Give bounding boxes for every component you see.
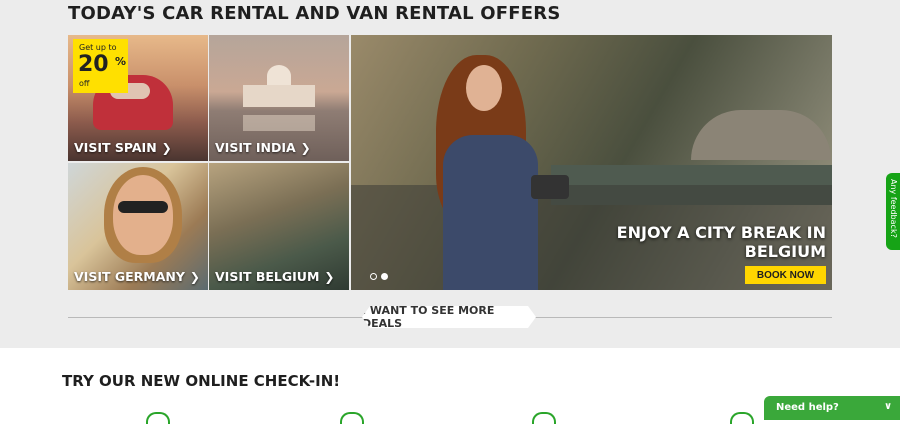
offers-section: TODAY'S CAR RENTAL AND VAN RENTAL OFFERS… [0, 0, 900, 348]
camera-image [531, 175, 569, 199]
checkin-title: TRY OUR NEW ONLINE CHECK-IN! [62, 372, 341, 390]
chevron-right-icon: ❯ [161, 141, 172, 155]
carousel-dot-1[interactable] [370, 273, 377, 280]
chevron-down-icon: ∨ [884, 401, 893, 412]
tile-label-germany: VISIT GERMANY ❯ [74, 269, 200, 284]
checkin-step-icon [730, 412, 754, 424]
offers-title: TODAY'S CAR RENTAL AND VAN RENTAL OFFERS [68, 3, 561, 24]
woman-shirt [443, 135, 538, 290]
promo-badge: Get up to 20 % off [73, 39, 128, 93]
hero-heading: ENJOY A CITY BREAK IN BELGIUM [586, 223, 826, 261]
tile-label-text: VISIT GERMANY [74, 269, 185, 284]
tile-visit-germany[interactable]: VISIT GERMANY ❯ [68, 163, 208, 290]
woman-face [466, 65, 502, 111]
book-now-button[interactable]: BOOK NOW [745, 266, 826, 284]
tile-label-spain: VISIT SPAIN ❯ [74, 140, 172, 155]
promo-suffix: off [79, 79, 90, 88]
tile-label-text: VISIT BELGIUM [215, 269, 320, 284]
chevron-right-icon: ❯ [300, 141, 311, 155]
hero-slide-belgium[interactable]: ENJOY A CITY BREAK IN BELGIUM BOOK NOW [351, 35, 832, 290]
checkin-step-icon [532, 412, 556, 424]
tile-label-text: VISIT INDIA [215, 140, 296, 155]
checkin-step-icon [340, 412, 364, 424]
bridge-image [691, 110, 831, 160]
taj-mahal-reflection [243, 115, 315, 131]
tile-visit-india[interactable]: VISIT INDIA ❯ [209, 35, 349, 161]
tile-visit-belgium[interactable]: VISIT BELGIUM ❯ [209, 163, 349, 290]
tile-label-belgium: VISIT BELGIUM ❯ [215, 269, 334, 284]
feedback-label: Any feedback? [889, 179, 898, 238]
taj-mahal-base [243, 85, 315, 107]
promo-percent: % [115, 55, 127, 68]
sunglasses [118, 201, 168, 213]
tile-label-text: VISIT SPAIN [74, 140, 157, 155]
hero-heading-line1: ENJOY A CITY BREAK IN [616, 223, 826, 242]
chevron-right-icon: ❯ [324, 270, 335, 284]
taj-mahal-dome [267, 65, 291, 87]
tile-label-india: VISIT INDIA ❯ [215, 140, 311, 155]
need-help-chat[interactable]: Need help? ∨ [764, 396, 900, 420]
promo-amount: 20 [78, 52, 109, 77]
chevron-right-icon: ❯ [189, 270, 200, 284]
hero-heading-line2: BELGIUM [744, 242, 826, 261]
feedback-tab[interactable]: Any feedback? [886, 173, 900, 250]
woman-face [113, 175, 173, 255]
more-deals-button[interactable]: I WANT TO SEE MORE DEALS [362, 306, 536, 328]
checkin-step-icon [146, 412, 170, 424]
need-help-label: Need help? [776, 402, 839, 413]
tile-visit-spain[interactable]: Get up to 20 % off VISIT SPAIN ❯ [68, 35, 208, 161]
carousel-dot-2-active[interactable] [381, 273, 388, 280]
